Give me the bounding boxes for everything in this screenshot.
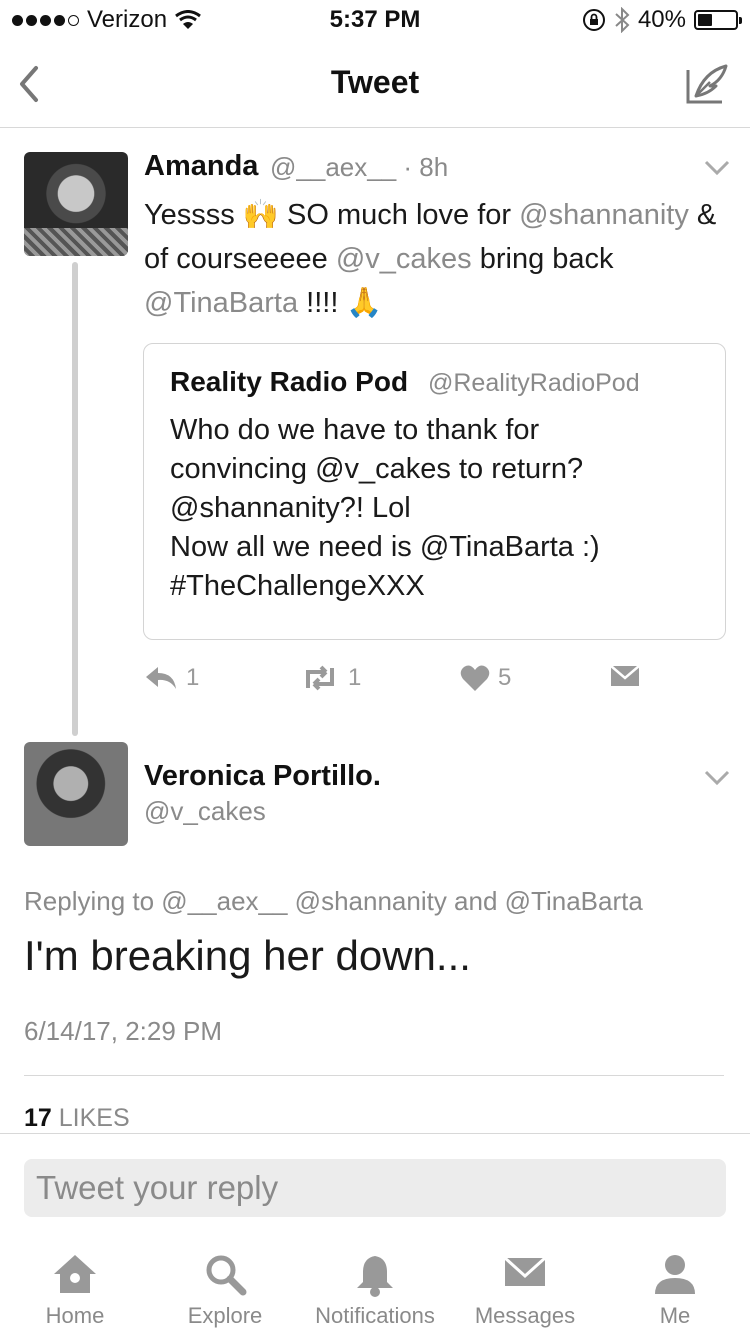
person-icon	[655, 1255, 695, 1294]
avatar[interactable]	[24, 152, 128, 256]
reply-composer	[0, 1133, 750, 1229]
author-meta: @__aex__ · 8h	[270, 152, 449, 182]
page-title: Tweet	[330, 64, 420, 100]
quoted-tweet-body: Who do we have to thank for convincing @…	[170, 414, 600, 602]
rotation-lock-icon	[582, 9, 605, 31]
tab-label: Me	[659, 1303, 691, 1328]
tweet-body: Yessss 🙌 SO much love for @shannanity & …	[144, 193, 734, 325]
tab-home[interactable]: Home	[0, 1244, 150, 1334]
battery-percent: 40%	[637, 6, 686, 33]
compose-tweet-icon[interactable]	[682, 60, 730, 108]
mention-link[interactable]: @TinaBarta	[144, 287, 298, 319]
direct-message-button[interactable]	[610, 664, 640, 688]
retweet-count: 1	[348, 664, 362, 691]
search-icon	[206, 1255, 247, 1296]
tab-notifications[interactable]: Notifications	[300, 1244, 450, 1334]
mention-link[interactable]: @shannanity	[519, 199, 689, 231]
author-name[interactable]: Amanda	[144, 150, 258, 183]
author-handle[interactable]: @v_cakes	[144, 796, 266, 827]
likes-summary[interactable]: 17 LIKES	[24, 1104, 130, 1133]
tweet-text: I'm breaking her down...	[24, 932, 471, 979]
nav-bar: Tweet	[0, 40, 750, 128]
likes-label: LIKES	[58, 1104, 130, 1132]
quoted-tweet[interactable]: Reality Radio Pod @RealityRadioPod Who d…	[143, 343, 726, 640]
mention-link[interactable]: @v_cakes	[336, 243, 472, 275]
quoted-author-name: Reality Radio Pod	[170, 366, 409, 397]
chevron-down-icon[interactable]	[704, 770, 730, 786]
like-count: 5	[498, 664, 512, 691]
tab-bar: Home Explore Notifications Messages Me	[0, 1244, 750, 1334]
status-bar: Verizon 5:37 PM 40%	[0, 0, 750, 40]
replying-to[interactable]: Replying to @__aex__ @shannanity and @Ti…	[24, 886, 643, 917]
author-name[interactable]: Veronica Portillo.	[144, 760, 381, 793]
tab-me[interactable]: Me	[600, 1244, 750, 1334]
divider	[24, 1075, 724, 1076]
tab-label: Home	[45, 1303, 105, 1328]
thread-connector-line	[72, 262, 78, 736]
home-icon	[54, 1255, 96, 1293]
tweet-timestamp: 6/14/17, 2:29 PM	[24, 1016, 223, 1046]
tweet-text-segment: !!!! 🙏	[298, 287, 383, 319]
tab-messages[interactable]: Messages	[450, 1244, 600, 1334]
avatar[interactable]	[24, 742, 128, 846]
tab-label: Notifications	[315, 1303, 435, 1328]
tweet-age: 8h	[419, 152, 449, 182]
tweet-text-segment: bring back	[471, 243, 614, 275]
tab-label: Explore	[187, 1303, 263, 1328]
envelope-icon	[610, 665, 640, 686]
likes-count: 17	[24, 1104, 52, 1132]
author-handle[interactable]: @__aex__	[270, 152, 396, 182]
reply-icon	[146, 667, 176, 689]
heart-icon	[460, 665, 490, 691]
battery-icon	[694, 10, 742, 30]
reply-count: 1	[186, 664, 200, 691]
tweet-actions: 1 1 5	[144, 664, 704, 698]
retweet-icon	[306, 665, 334, 691]
retweet-button[interactable]: 1	[300, 664, 361, 692]
reply-input[interactable]	[24, 1159, 726, 1217]
bluetooth-icon	[615, 7, 630, 33]
reply-button[interactable]: 1	[144, 664, 199, 692]
envelope-icon	[503, 1256, 547, 1286]
bell-icon	[357, 1256, 393, 1297]
chevron-down-icon[interactable]	[704, 160, 730, 176]
tab-explore[interactable]: Explore	[150, 1244, 300, 1334]
tab-label: Messages	[474, 1303, 576, 1328]
tweet-text-segment: Yessss 🙌 SO much love for	[144, 199, 520, 231]
quoted-author-handle: @RealityRadioPod	[428, 369, 640, 397]
like-button[interactable]: 5	[460, 664, 511, 692]
